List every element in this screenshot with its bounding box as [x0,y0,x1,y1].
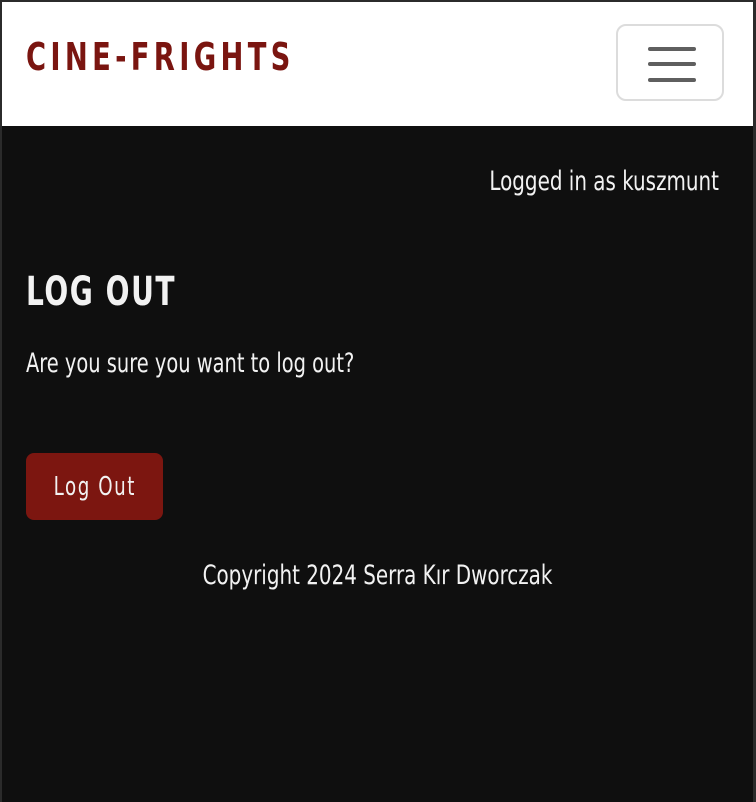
logout-button-label: Log Out [53,471,136,502]
hamburger-bar [648,78,696,82]
login-status: Logged in as kuszmunt [489,166,719,197]
hamburger-bar [648,62,696,66]
footer-copyright: Copyright 2024 Serra Kır Dworczak [202,560,553,591]
navbar: CINE-FRIGHTS [2,2,753,126]
page-frame: CINE-FRIGHTS Logged in as kuszmunt LOG O… [2,2,753,802]
logout-confirm-text: Are you sure you want to log out? [26,348,355,379]
hamburger-bar [648,47,696,51]
brand-logo[interactable]: CINE-FRIGHTS [26,38,295,76]
navbar-toggler-button[interactable] [616,24,724,101]
logout-button[interactable]: Log Out [26,453,163,520]
hamburger-menu-icon [648,47,696,82]
page-title: LOG OUT [26,269,177,315]
